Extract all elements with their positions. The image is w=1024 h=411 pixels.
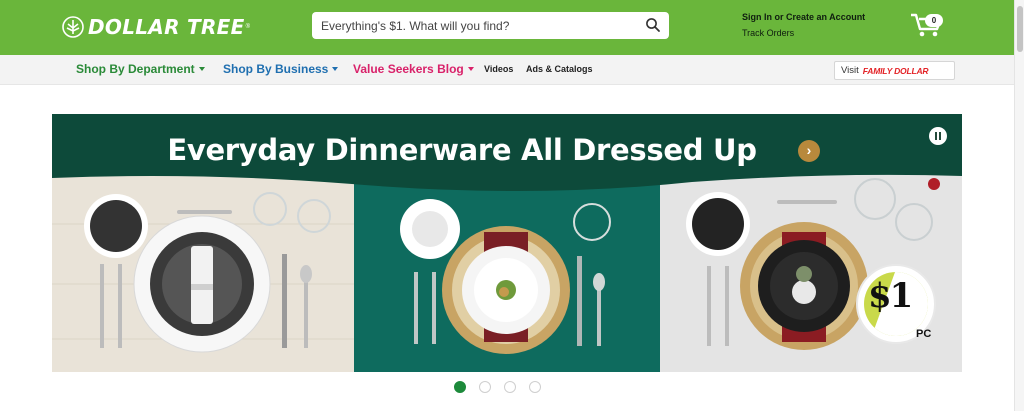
search-input[interactable]: [312, 13, 632, 38]
dollar-tree-logo[interactable]: DOLLAR TREE ®: [62, 14, 250, 40]
cart-button[interactable]: 0: [910, 12, 944, 38]
carousel-dot-2[interactable]: [479, 381, 491, 393]
scrollbar-thumb[interactable]: [1017, 6, 1023, 52]
nav-ads-catalogs[interactable]: Ads & Catalogs: [526, 55, 593, 84]
carousel-dot-1[interactable]: [454, 381, 466, 393]
carousel-dot-4[interactable]: [529, 381, 541, 393]
banner-title: Everyday Dinnerware All Dressed Up: [167, 133, 757, 167]
page-scrollbar[interactable]: [1014, 0, 1024, 411]
chevron-down-icon: [332, 66, 339, 71]
nav-shop-by-business-label: Shop By Business: [223, 62, 329, 76]
main-nav: Shop By Department Shop By Business Valu…: [0, 55, 1014, 85]
family-dollar-logo: FAMILY DOLLAR: [862, 65, 929, 76]
chevron-down-icon: [467, 66, 474, 71]
nav-videos[interactable]: Videos: [484, 55, 513, 84]
pause-button[interactable]: [929, 127, 947, 145]
price-unit: PC: [916, 328, 932, 340]
chevron-down-icon: [198, 66, 205, 71]
carousel-dot-3[interactable]: [504, 381, 516, 393]
nav-value-seekers-blog[interactable]: Value Seekers Blog: [353, 55, 474, 84]
nav-shop-by-department-label: Shop By Department: [76, 62, 195, 76]
brand-name: DOLLAR TREE: [88, 15, 245, 39]
visit-family-dollar-button[interactable]: Visit FAMILY DOLLAR: [834, 61, 955, 80]
hero-banner[interactable]: Everyday Dinnerware All Dressed Up › $1 …: [52, 114, 962, 372]
site-header: DOLLAR TREE ® Sign In or Create an Accou…: [0, 0, 1014, 55]
nav-value-seekers-blog-label: Value Seekers Blog: [353, 62, 464, 76]
search-bar: [312, 12, 669, 39]
price-value: $1: [868, 276, 913, 316]
track-orders-link[interactable]: Track Orders: [742, 28, 794, 38]
search-icon[interactable]: [645, 17, 661, 33]
nav-shop-by-department[interactable]: Shop By Department: [76, 55, 205, 84]
nav-shop-by-business[interactable]: Shop By Business: [223, 55, 339, 84]
carousel-dots: [454, 381, 554, 395]
tree-logo-icon: [62, 16, 84, 38]
registered-mark: ®: [245, 24, 251, 30]
chevron-right-icon[interactable]: ›: [798, 140, 820, 162]
visit-label: Visit: [841, 65, 859, 76]
sign-in-link[interactable]: Sign In or Create an Account: [742, 12, 865, 22]
cart-count-badge: 0: [925, 14, 943, 27]
